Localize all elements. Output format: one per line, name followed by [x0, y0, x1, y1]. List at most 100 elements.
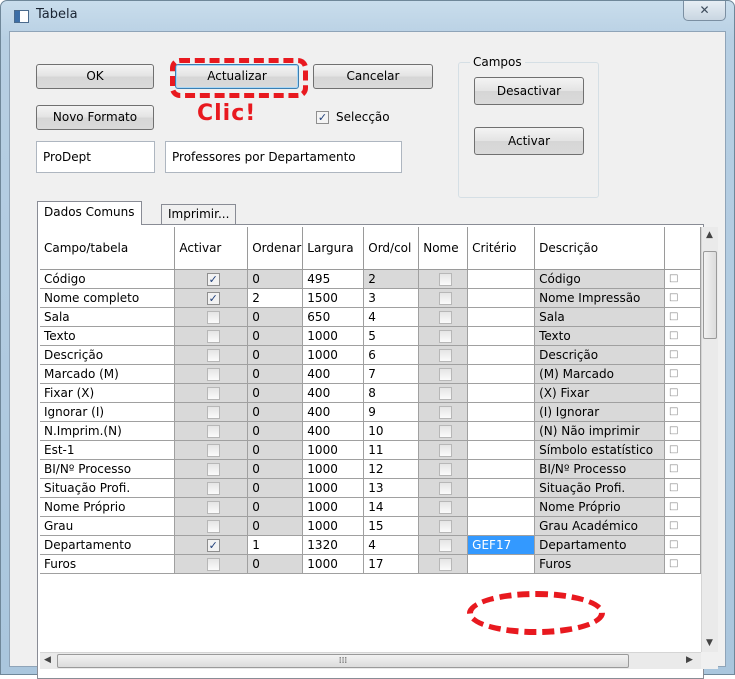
table-row[interactable]: Descrição 0 1000 6 Descrição □ [40, 345, 701, 365]
cell-campo[interactable]: Código [40, 269, 176, 289]
cell-criterio[interactable] [467, 269, 536, 289]
nome-checkbox[interactable] [438, 387, 452, 400]
cell-largura[interactable]: 1000 [302, 326, 365, 346]
cell-ordenar[interactable]: 2 [247, 288, 304, 308]
cell-largura[interactable]: 1500 [302, 288, 365, 308]
activar-checkbox[interactable]: ✓ [206, 539, 220, 552]
cell-ordenar[interactable]: 0 [247, 554, 304, 574]
cell-criterio[interactable]: GEF17 [467, 535, 536, 555]
activar-checkbox[interactable] [206, 482, 220, 495]
cell-largura[interactable]: 400 [302, 383, 365, 403]
table-row[interactable]: Nome Próprio 0 1000 14 Nome Próprio □ [40, 497, 701, 517]
cell-descricao[interactable]: (I) Ignorar [534, 402, 666, 422]
cell-descricao[interactable]: Grau Académico [534, 516, 666, 536]
novo-formato-button[interactable]: Novo Formato [36, 105, 154, 130]
cell-campo[interactable]: Nome Próprio [40, 497, 176, 517]
col-header-ordenar[interactable]: Ordenar [247, 227, 304, 270]
cell-activar[interactable] [174, 440, 249, 460]
table-row[interactable]: Est-1 0 1000 11 Símbolo estatístico □ [40, 440, 701, 460]
cell-nome[interactable] [418, 516, 469, 536]
cell-campo[interactable]: Sala [40, 307, 176, 327]
cell-activar[interactable]: ✓ [174, 269, 249, 289]
cell-campo[interactable]: Fixar (X) [40, 383, 176, 403]
close-button[interactable]: ✕ [683, 1, 726, 21]
cell-descricao[interactable]: Código [534, 269, 666, 289]
cell-ordcol[interactable]: 17 [363, 554, 420, 574]
nome-checkbox[interactable] [438, 539, 452, 552]
nome-checkbox[interactable] [438, 482, 452, 495]
col-header-criterio[interactable]: Critério [467, 227, 536, 270]
cell-nome[interactable] [418, 364, 469, 384]
cell-activar[interactable] [174, 307, 249, 327]
cell-criterio[interactable] [467, 402, 536, 422]
cell-descricao[interactable]: Nome Próprio [534, 497, 666, 517]
cancelar-button[interactable]: Cancelar [313, 64, 433, 89]
cell-activar[interactable] [174, 516, 249, 536]
cell-nome[interactable] [418, 307, 469, 327]
cell-descricao[interactable]: (M) Marcado [534, 364, 666, 384]
cell-criterio[interactable] [467, 497, 536, 517]
cell-ordenar[interactable]: 0 [247, 345, 304, 365]
activar-checkbox[interactable] [206, 387, 220, 400]
cell-ordenar[interactable]: 0 [247, 478, 304, 498]
cell-activar[interactable]: ✓ [174, 288, 249, 308]
cell-ordenar[interactable]: 0 [247, 516, 304, 536]
cell-ordcol[interactable]: 8 [363, 383, 420, 403]
cell-criterio[interactable] [467, 326, 536, 346]
nome-checkbox[interactable] [438, 349, 452, 362]
cell-criterio[interactable] [467, 478, 536, 498]
cell-activar[interactable] [174, 364, 249, 384]
table-row[interactable]: Sala 0 650 4 Sala □ [40, 307, 701, 327]
cell-largura[interactable]: 1000 [302, 554, 365, 574]
table-row[interactable]: Marcado (M) 0 400 7 (M) Marcado □ [40, 364, 701, 384]
cell-largura[interactable]: 650 [302, 307, 365, 327]
table-row[interactable]: Grau 0 1000 15 Grau Académico □ [40, 516, 701, 536]
cell-ordcol[interactable]: 10 [363, 421, 420, 441]
cell-nome[interactable] [418, 288, 469, 308]
cell-criterio[interactable] [467, 288, 536, 308]
cell-campo[interactable]: Departamento [40, 535, 176, 555]
cell-criterio[interactable] [467, 516, 536, 536]
cell-ordcol[interactable]: 11 [363, 440, 420, 460]
table-row[interactable]: Texto 0 1000 5 Texto □ [40, 326, 701, 346]
cell-ordcol[interactable]: 9 [363, 402, 420, 422]
cell-nome[interactable] [418, 478, 469, 498]
cell-activar[interactable] [174, 497, 249, 517]
cell-campo[interactable]: BI/Nº Processo [40, 459, 176, 479]
cell-campo[interactable]: Marcado (M) [40, 364, 176, 384]
cell-largura[interactable]: 1000 [302, 478, 365, 498]
cell-activar[interactable] [174, 402, 249, 422]
cell-nome[interactable] [418, 402, 469, 422]
cell-activar[interactable] [174, 383, 249, 403]
cell-descricao[interactable]: Texto [534, 326, 666, 346]
cell-criterio[interactable] [467, 383, 536, 403]
cell-ordcol[interactable]: 12 [363, 459, 420, 479]
activar-checkbox[interactable] [206, 368, 220, 381]
cell-ordenar[interactable]: 0 [247, 402, 304, 422]
ok-button[interactable]: OK [36, 64, 154, 89]
cell-nome[interactable] [418, 383, 469, 403]
cell-ordenar[interactable]: 0 [247, 459, 304, 479]
cell-largura[interactable]: 1000 [302, 345, 365, 365]
col-header-activar[interactable]: Activar [174, 227, 249, 270]
cell-activar[interactable] [174, 326, 249, 346]
nome-checkbox[interactable] [438, 463, 452, 476]
cell-ordenar[interactable]: 0 [247, 307, 304, 327]
cell-ordenar[interactable]: 0 [247, 497, 304, 517]
cell-criterio[interactable] [467, 345, 536, 365]
cell-ordenar[interactable]: 0 [247, 440, 304, 460]
cell-campo[interactable]: Ignorar (I) [40, 402, 176, 422]
cell-ordcol[interactable]: 14 [363, 497, 420, 517]
cell-ordcol[interactable]: 6 [363, 345, 420, 365]
vertical-scrollbar[interactable]: ▲ ▼ [701, 227, 718, 652]
activar-checkbox[interactable]: ✓ [206, 292, 220, 305]
col-header-ordcol[interactable]: Ord/col [363, 227, 420, 270]
table-row[interactable]: BI/Nº Processo 0 1000 12 BI/Nº Processo □ [40, 459, 701, 479]
cell-largura[interactable]: 400 [302, 402, 365, 422]
table-row[interactable]: Ignorar (I) 0 400 9 (I) Ignorar □ [40, 402, 701, 422]
cell-campo[interactable]: Grau [40, 516, 176, 536]
cell-ordenar[interactable]: 0 [247, 383, 304, 403]
cell-largura[interactable]: 1000 [302, 459, 365, 479]
cell-descricao[interactable]: Sala [534, 307, 666, 327]
cell-campo[interactable]: N.Imprim.(N) [40, 421, 176, 441]
